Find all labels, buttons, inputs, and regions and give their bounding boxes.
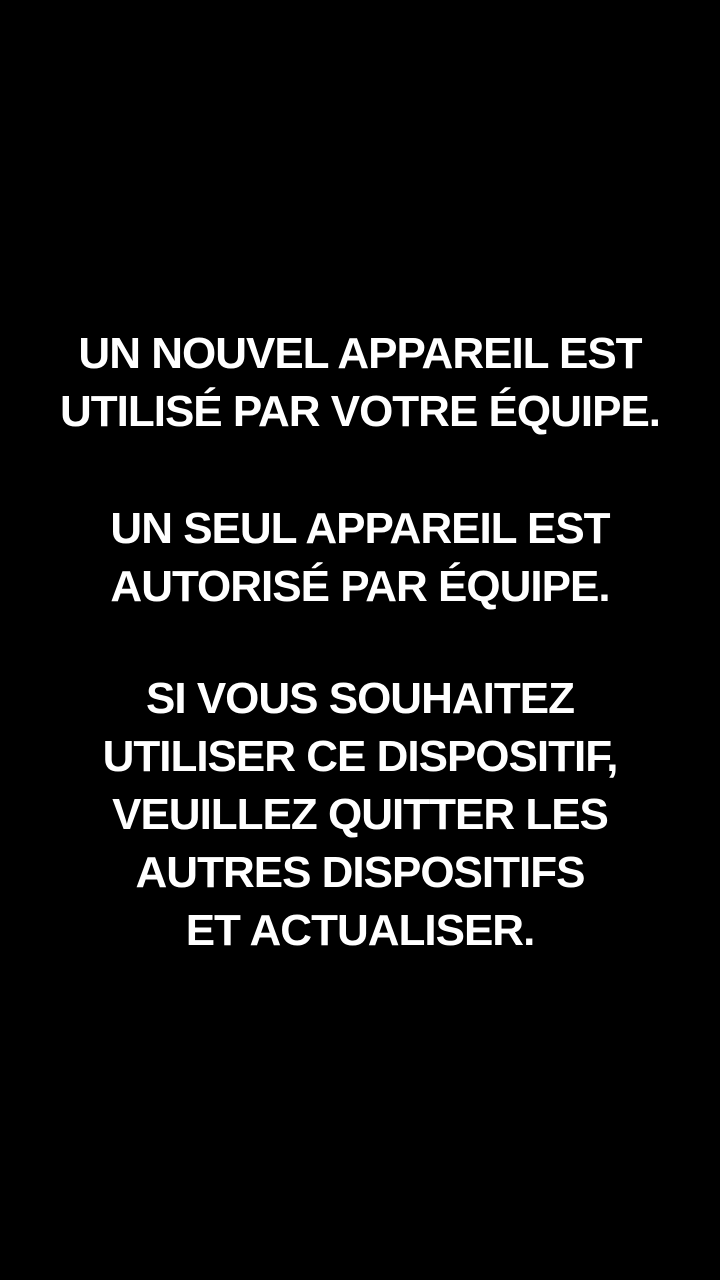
device-policy-notice: UN SEUL APPAREIL EST AUTORISÉ PAR ÉQUIPE…	[0, 500, 720, 616]
device-limit-screen: UN NOUVEL APPAREIL EST UTILISÉ PAR VOTRE…	[0, 0, 720, 1280]
instruction-line: VEUILLEZ QUITTER LES	[112, 790, 609, 839]
instruction-line: SI VOUS SOUHAITEZ	[146, 674, 575, 723]
notice-line: UN NOUVEL APPAREIL EST	[78, 329, 642, 378]
policy-line: UN SEUL APPAREIL EST	[110, 504, 610, 553]
instruction-notice: SI VOUS SOUHAITEZ UTILISER CE DISPOSITIF…	[0, 670, 720, 960]
instruction-line: ET ACTUALISER.	[185, 906, 536, 955]
new-device-notice: UN NOUVEL APPAREIL EST UTILISÉ PAR VOTRE…	[0, 325, 720, 441]
instruction-line: UTILISER CE DISPOSITIF,	[102, 732, 619, 781]
instruction-line: AUTRES DISPOSITIFS	[135, 848, 586, 897]
policy-line: AUTORISÉ PAR ÉQUIPE.	[110, 562, 610, 611]
notice-line: UTILISÉ PAR VOTRE ÉQUIPE.	[59, 387, 661, 436]
